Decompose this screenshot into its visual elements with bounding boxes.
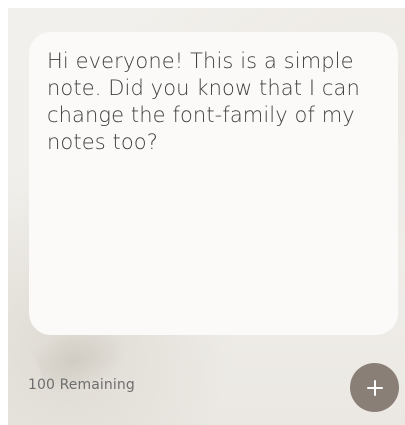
notes-app: Hi everyone! This is a simple note. Did … (8, 8, 405, 425)
remaining-characters-counter: 100 Remaining (28, 377, 135, 393)
plus-icon (366, 379, 383, 396)
add-note-button[interactable] (350, 363, 399, 412)
note-card[interactable]: Hi everyone! This is a simple note. Did … (29, 32, 398, 335)
note-text[interactable]: Hi everyone! This is a simple note. Did … (47, 48, 380, 156)
